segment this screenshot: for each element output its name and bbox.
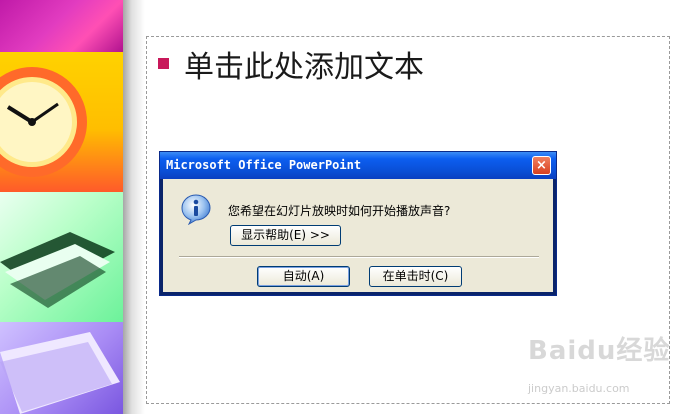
sound-dialog: Microsoft Office PowerPoint × 您希望在幻灯片放映时… [159,151,557,296]
photo-tile-notebook [0,322,123,414]
photo-tile-clock [0,52,123,192]
dialog-title: Microsoft Office PowerPoint [166,158,362,172]
dialog-message: 您希望在幻灯片放映时如何开始播放声音? [228,204,451,218]
notebook-image [0,332,120,414]
clock-image [0,67,87,177]
title-placeholder-text[interactable]: 单击此处添加文本 [184,42,424,86]
dialog-body: 您希望在幻灯片放映时如何开始播放声音? 显示帮助(E) >> 自动(A) 在单击… [163,179,553,292]
info-icon [181,194,211,225]
strip-shadow [123,0,145,414]
watermark: Baidu经验 jingyan.baidu.com [528,330,678,410]
decorative-photo-strip [0,0,123,414]
dialog-titlebar[interactable]: Microsoft Office PowerPoint × [160,152,556,179]
on-click-button[interactable]: 在单击时(C) [369,266,462,287]
title-bullet [158,58,169,69]
close-button[interactable]: × [532,156,551,175]
watermark-url: jingyan.baidu.com [528,382,630,395]
books-image [0,232,115,308]
photo-tile-books [0,192,123,322]
dialog-separator [179,256,539,258]
watermark-logo: Baidu经验 [528,336,671,366]
auto-button[interactable]: 自动(A) [257,266,350,287]
close-icon: × [536,158,547,173]
show-help-button[interactable]: 显示帮助(E) >> [230,225,341,246]
photo-tile-pink [0,0,123,52]
